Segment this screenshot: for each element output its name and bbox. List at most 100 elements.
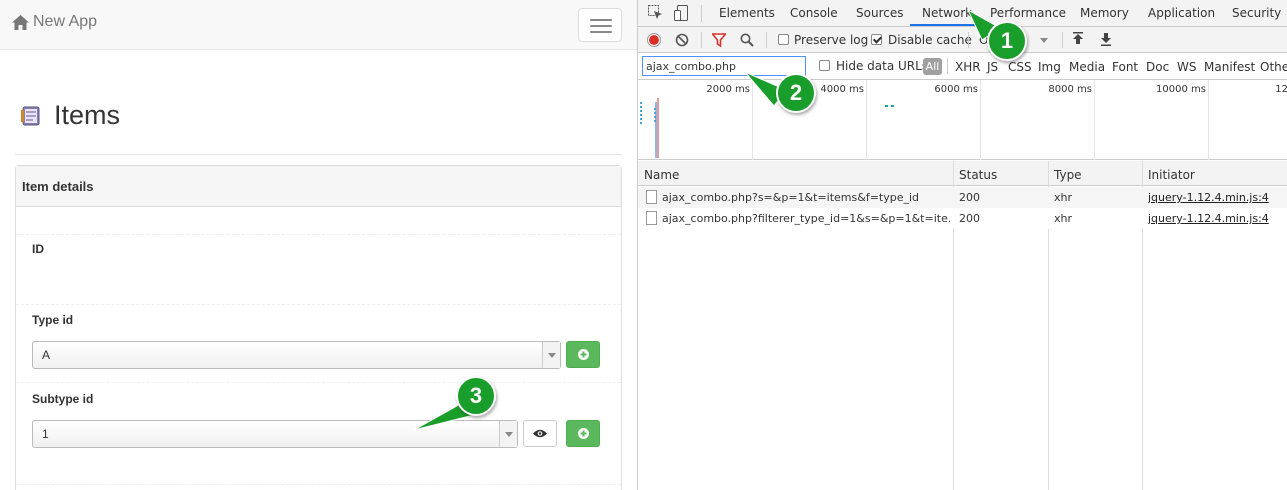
type-id-select[interactable]: A (32, 341, 561, 369)
toolbar-divider (1062, 32, 1063, 48)
column-status-header[interactable]: Status (959, 168, 997, 182)
web-app-pane: New App Items Item details ID Type id A (0, 0, 637, 490)
tab-network[interactable]: Network (922, 6, 972, 20)
panel-heading: Item details (16, 166, 621, 207)
toolbar-divider (968, 32, 969, 48)
filter-type-ws[interactable]: WS (1177, 60, 1196, 74)
filter-type-js[interactable]: JS (987, 60, 998, 74)
table-row[interactable]: ajax_combo.php?filterer_type_id=1&s=&p=1… (638, 208, 1287, 229)
filter-input[interactable] (642, 56, 806, 76)
id-label: ID (32, 242, 44, 256)
timeline-request-marks (640, 98, 894, 158)
type-id-value: A (42, 348, 51, 362)
tab-application[interactable]: Application (1148, 6, 1215, 20)
network-filter-bar: Hide data URLs All XHR JS CSS Img Media … (638, 53, 1287, 80)
toolbar-divider (947, 58, 948, 74)
request-initiator-link[interactable]: jquery-1.12.4.min.js:4 (1148, 191, 1269, 204)
row-divider (16, 234, 621, 235)
filter-type-css[interactable]: CSS (1008, 60, 1032, 74)
toolbar-divider (701, 5, 702, 22)
annotation-badge-1: 1 (987, 21, 1027, 61)
filter-type-xhr[interactable]: XHR (955, 60, 981, 74)
chevron-down-icon (504, 431, 513, 437)
hamburger-bar (590, 19, 612, 21)
subtype-id-label: Subtype id (32, 392, 94, 406)
document-icon (646, 211, 657, 225)
plus-circle-icon (577, 428, 589, 439)
hide-data-urls-checkbox[interactable] (819, 60, 830, 71)
request-status: 200 (959, 212, 980, 225)
add-type-button[interactable] (566, 341, 600, 368)
disable-cache-checkbox[interactable] (871, 34, 882, 45)
type-id-dropdown-arrow[interactable] (542, 342, 560, 368)
subtype-id-value: 1 (42, 427, 49, 441)
chevron-down-icon[interactable] (1040, 38, 1048, 43)
search-icon[interactable] (740, 33, 754, 47)
export-har-icon[interactable] (1100, 32, 1112, 46)
page-title: Items (54, 100, 121, 130)
filter-type-manifest[interactable]: Manifest (1204, 60, 1255, 74)
tab-performance[interactable]: Performance (990, 6, 1066, 20)
filter-type-font[interactable]: Font (1112, 60, 1138, 74)
filter-type-media[interactable]: Media (1069, 60, 1105, 74)
navbar: New App (0, 0, 637, 50)
navbar-toggle-button[interactable] (578, 8, 622, 42)
request-type: xhr (1054, 212, 1073, 225)
network-toolbar: Preserve log Disable cache O (638, 27, 1287, 53)
tab-elements[interactable]: Elements (719, 6, 775, 20)
tab-memory[interactable]: Memory (1080, 6, 1129, 20)
import-har-icon[interactable] (1072, 32, 1084, 46)
filter-icon[interactable] (712, 33, 726, 47)
network-overview-timeline[interactable]: 2000 ms 4000 ms 6000 ms 8000 ms 10000 ms… (638, 80, 1287, 160)
item-details-panel: Item details ID Type id A Subtype id 1 (15, 165, 622, 490)
row-divider (16, 484, 621, 485)
filter-type-doc[interactable]: Doc (1146, 60, 1169, 74)
subtype-id-select[interactable]: 1 (32, 420, 518, 448)
clear-icon[interactable] (675, 33, 689, 47)
tab-console[interactable]: Console (790, 6, 838, 20)
toolbar-divider (766, 32, 767, 48)
request-type: xhr (1054, 191, 1073, 204)
device-toolbar-icon[interactable] (674, 5, 688, 21)
annotation-badge-3: 3 (456, 376, 496, 416)
record-icon[interactable] (647, 33, 661, 47)
home-icon (12, 14, 29, 30)
plus-circle-icon (577, 349, 589, 360)
table-icon (21, 106, 40, 125)
active-tab-indicator (910, 24, 986, 26)
brand-text: New App (33, 13, 98, 30)
eye-icon (533, 429, 547, 438)
inspect-element-icon[interactable] (648, 5, 663, 20)
filter-type-other[interactable]: Othe (1260, 60, 1287, 74)
request-name: ajax_combo.php?filterer_type_id=1&s=&p=1… (662, 212, 950, 225)
hide-data-urls-label[interactable]: Hide data URLs (836, 59, 928, 73)
filter-type-all[interactable]: All (923, 58, 942, 75)
disable-cache-label[interactable]: Disable cache (888, 33, 972, 47)
brand-link[interactable]: New App (12, 13, 97, 31)
subtype-id-dropdown-arrow[interactable] (499, 421, 517, 447)
view-subtype-button[interactable] (523, 420, 557, 447)
row-divider (16, 382, 621, 383)
document-icon (646, 190, 657, 204)
toolbar-divider (701, 32, 702, 48)
devtools-tab-bar: Elements Console Sources Network Perform… (638, 0, 1287, 27)
table-header: Name Status Type Initiator (638, 161, 1287, 186)
preserve-log-checkbox[interactable] (778, 34, 789, 45)
column-name-header[interactable]: Name (644, 168, 679, 182)
column-initiator-header[interactable]: Initiator (1148, 168, 1195, 182)
add-subtype-button[interactable] (566, 420, 600, 447)
preserve-log-label[interactable]: Preserve log (794, 33, 868, 47)
tab-sources[interactable]: Sources (856, 6, 903, 20)
request-status: 200 (959, 191, 980, 204)
page-header: Items (20, 100, 120, 131)
request-name: ajax_combo.php?s=&p=1&t=items&f=type_id (662, 191, 920, 204)
column-type-header[interactable]: Type (1054, 168, 1082, 182)
row-divider (16, 304, 621, 305)
table-row[interactable]: ajax_combo.php?s=&p=1&t=items&f=type_id … (638, 187, 1287, 208)
network-request-table: Name Status Type Initiator ajax_combo.ph… (638, 161, 1287, 490)
filter-type-img[interactable]: Img (1038, 60, 1061, 74)
request-initiator-link[interactable]: jquery-1.12.4.min.js:4 (1148, 212, 1269, 225)
tab-security[interactable]: Security (1232, 6, 1281, 20)
hamburger-bar (590, 25, 612, 27)
chevron-down-icon (547, 352, 556, 358)
